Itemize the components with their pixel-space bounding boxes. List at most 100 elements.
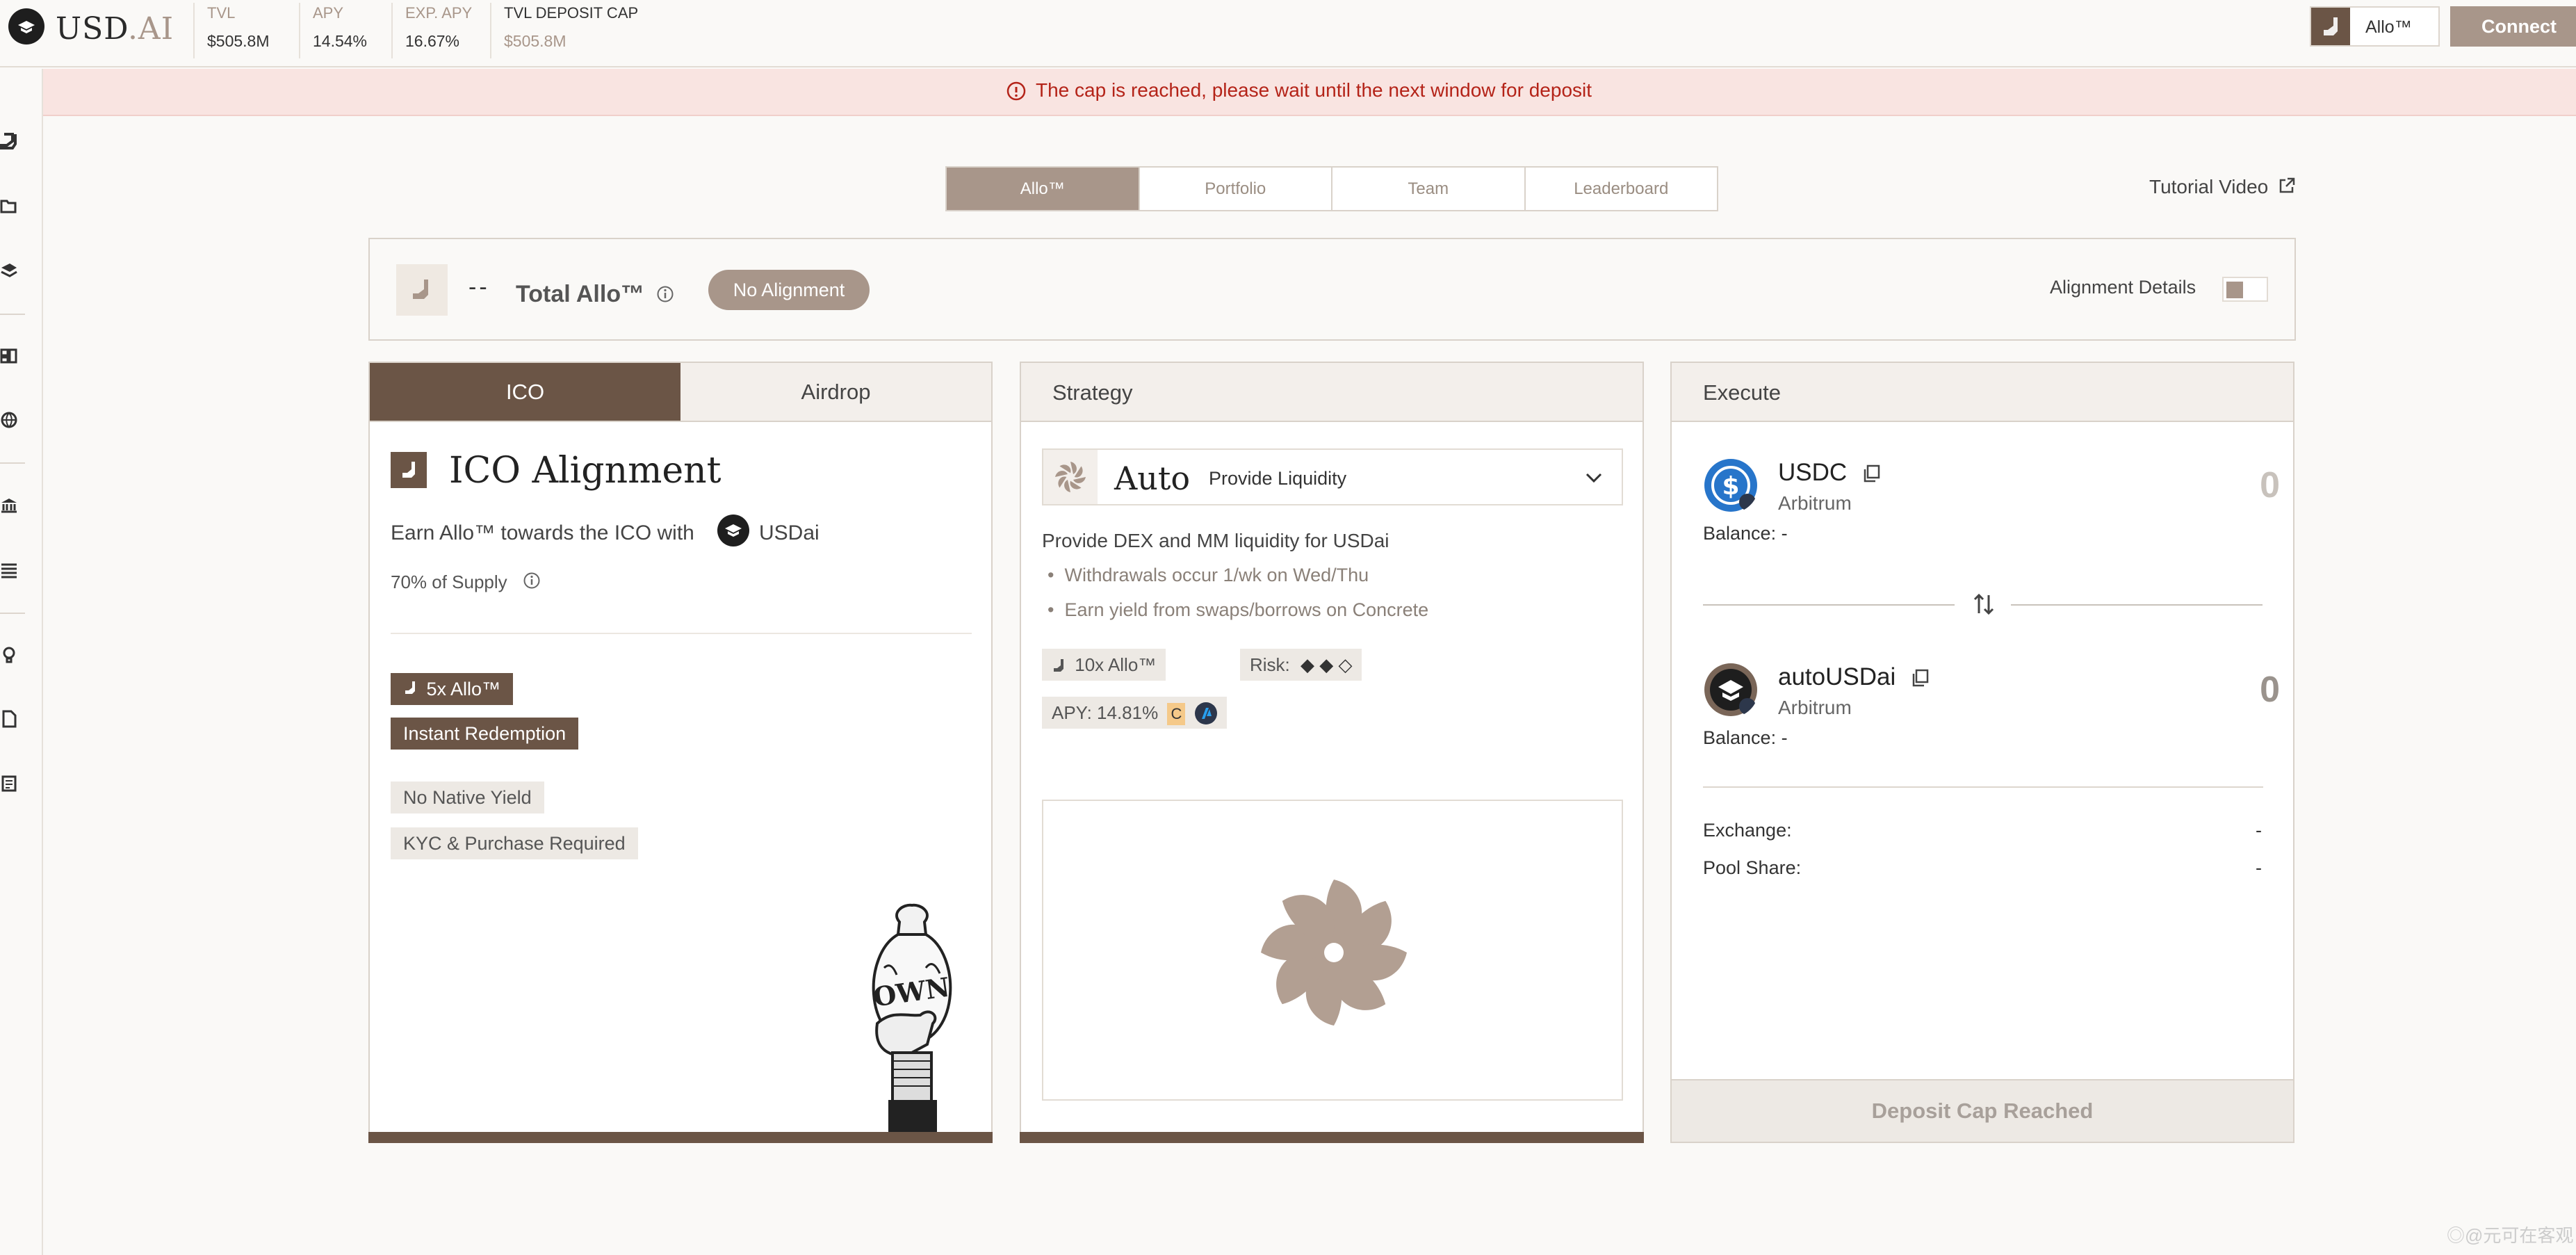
allo-label: Allo™ (2365, 17, 2412, 37)
swap-arrows-icon[interactable] (1971, 591, 1997, 617)
stat-label: EXP. APY (405, 4, 473, 22)
divider (1703, 786, 2263, 788)
allo-icon (396, 264, 448, 316)
token-name: autoUSDai (1778, 663, 1896, 690)
execute-panel: Execute $ USDC Arbitrum Balance: - 0 aut… (1670, 362, 2294, 1143)
token-amount-input[interactable]: 0 (2260, 464, 2280, 506)
chip-risk: Risk: ◆ ◆ ◇ (1240, 649, 1362, 681)
info-icon[interactable] (656, 285, 674, 303)
sidebar (0, 69, 43, 1255)
supply-text: 70% of Supply (391, 572, 507, 592)
auto-pinwheel-icon (1261, 880, 1407, 1026)
tab-ico[interactable]: ICO (370, 363, 680, 421)
arbitrum-icon (1195, 702, 1218, 724)
token-row-autousdai: autoUSDai Arbitrum Balance: - 0 (1703, 662, 2280, 759)
stat-exp-apy: EXP. APY 16.67% (391, 3, 472, 58)
stat-label: TVL (207, 4, 236, 22)
alignment-details-toggle[interactable] (2222, 277, 2268, 302)
svg-text:$: $ (1722, 472, 1739, 501)
layers-icon[interactable] (0, 261, 18, 279)
allo-icon (405, 681, 415, 694)
folder-icon[interactable] (0, 197, 18, 215)
sidebar-divider (0, 613, 25, 614)
list-icon[interactable] (0, 561, 18, 579)
ico-heading: ICO Alignment (449, 450, 722, 492)
alignment-status-badge: No Alignment (708, 270, 870, 310)
banner-text: The cap is reached, please wait until th… (1036, 79, 1592, 101)
tag-no-native-yield: No Native Yield (391, 782, 544, 813)
strategy-preview (1042, 800, 1623, 1101)
info-icon[interactable] (523, 572, 541, 590)
tutorial-video-link[interactable]: Tutorial Video (2149, 175, 2296, 198)
news-icon[interactable] (0, 775, 18, 793)
stat-apy: APY 14.54% (299, 3, 367, 58)
tag-kyc-required: KYC & Purchase Required (391, 827, 638, 859)
token-network: Arbitrum (1778, 697, 1852, 718)
token-balance: Balance: - (1703, 523, 1788, 544)
money-bag-illustration: OWN (871, 903, 952, 1135)
stat-label: APY (313, 4, 344, 22)
tutorial-label: Tutorial Video (2149, 176, 2269, 197)
autousdai-icon (1704, 663, 1757, 716)
allo-nav-icon[interactable] (0, 131, 18, 149)
pool-share-value: - (2256, 857, 2262, 878)
bullet-text: Withdrawals occur 1/wk on Wed/Thu (1064, 565, 1369, 585)
total-allo-value: -- (468, 274, 490, 300)
panel-bottom-bar (368, 1132, 993, 1143)
connect-button[interactable]: Connect (2450, 6, 2576, 47)
deposit-cap-banner: The cap is reached, please wait until th… (43, 69, 2576, 116)
allo-icon (391, 452, 427, 488)
dashboard-icon[interactable] (0, 347, 18, 365)
info-circle-icon (1006, 81, 1026, 101)
external-link-icon (2279, 177, 2295, 193)
usdai-label: USDai (759, 521, 820, 544)
divider (1703, 604, 1955, 606)
strategy-header: Strategy (1021, 363, 1642, 422)
top-bar: USD.AI TVL $505.8M APY 14.54% EXP. APY 1… (0, 0, 2576, 67)
tab-team[interactable]: Team (1332, 168, 1526, 210)
divider (391, 633, 972, 634)
logo-icon[interactable] (8, 8, 44, 44)
usdc-icon: $ (1704, 459, 1757, 512)
copy-icon[interactable] (1910, 667, 1931, 688)
allo-summary-card: -- Total Allo™ No Alignment Alignment De… (368, 238, 2296, 341)
stat-value: $505.8M (207, 32, 270, 50)
tab-leaderboard[interactable]: Leaderboard (1525, 168, 1717, 210)
strategy-select[interactable]: Auto Provide Liquidity (1042, 448, 1623, 505)
tab-allo[interactable]: Allo™ (947, 168, 1140, 210)
logo-wordmark[interactable]: USD.AI (56, 11, 174, 47)
divider (2011, 604, 2263, 606)
bank-icon[interactable] (0, 496, 18, 515)
total-allo-title: Total Allo™ (516, 281, 645, 307)
chevron-down-icon (1585, 473, 1602, 483)
token-balance: Balance: - (1703, 727, 1788, 748)
risk-label: Risk: (1250, 654, 1290, 675)
strategy-title: Strategy (1052, 380, 1133, 405)
ico-panel: ICO Airdrop ICO Alignment Earn Allo™ tow… (368, 362, 993, 1143)
ico-description: Earn Allo™ towards the ICO with (391, 521, 694, 544)
auto-strategy-icon (1043, 450, 1098, 504)
chip-apy: APY: 14.81% C (1042, 697, 1228, 729)
sidebar-divider (0, 462, 25, 464)
tag-label: 5x Allo™ (426, 679, 501, 699)
stat-label: TVL DEPOSIT CAP (504, 4, 639, 22)
document-icon[interactable] (0, 710, 18, 728)
tab-airdrop[interactable]: Airdrop (680, 363, 991, 421)
copy-icon[interactable] (1861, 463, 1882, 484)
stat-value: 16.67% (405, 32, 460, 50)
allo-button[interactable]: Allo™ (2310, 6, 2440, 47)
alignment-details-label: Alignment Details (2050, 277, 2196, 298)
token-network: Arbitrum (1778, 492, 1852, 514)
tag-instant-redemption: Instant Redemption (391, 718, 579, 750)
token-amount-output: 0 (2260, 670, 2280, 710)
tab-portfolio[interactable]: Portfolio (1139, 168, 1332, 210)
sidebar-divider (0, 314, 25, 315)
stat-tvl: TVL $505.8M (193, 3, 270, 58)
toggle-knob (2226, 282, 2243, 298)
chip-label: 10x Allo™ (1075, 654, 1157, 675)
risk-level: ◆ ◆ ◇ (1301, 654, 1353, 675)
deposit-button[interactable]: Deposit Cap Reached (1672, 1079, 2293, 1142)
globe-icon[interactable] (0, 411, 18, 429)
panel-bottom-bar (1020, 1132, 1644, 1143)
lightbulb-icon[interactable] (0, 646, 18, 664)
